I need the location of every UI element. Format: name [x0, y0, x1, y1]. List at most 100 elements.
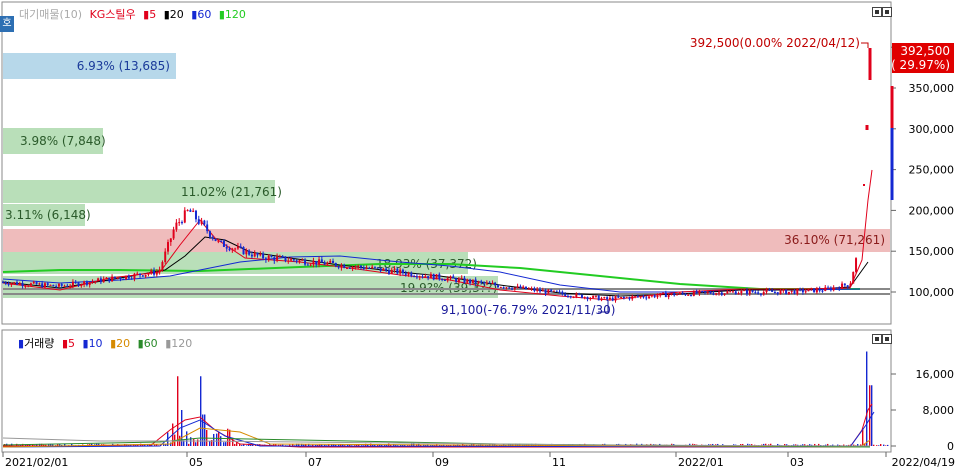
candle-body	[446, 278, 449, 281]
candle-body	[726, 291, 729, 294]
candle-body	[611, 297, 614, 301]
volume-tick-label: 0	[947, 440, 954, 453]
candle-body	[597, 295, 600, 301]
candle-body	[843, 283, 846, 286]
candle-body	[13, 282, 16, 284]
candle-body	[821, 290, 824, 292]
candle-body	[497, 285, 500, 288]
candle-body	[580, 294, 583, 298]
zone-label-2: 3.98% (7,848)	[20, 134, 106, 148]
candle-body	[555, 290, 558, 292]
candle-body	[85, 281, 88, 285]
candle-body	[642, 296, 645, 298]
price-tick-label: 200,000	[909, 204, 955, 217]
candle-body	[815, 288, 818, 293]
volume-bar	[186, 431, 188, 446]
candle-body	[267, 255, 270, 261]
candle-body	[71, 281, 74, 286]
candle-body	[4, 282, 7, 284]
current-price-change: ( 29.97%)	[891, 58, 950, 72]
candle-body	[60, 283, 63, 286]
candle-body	[827, 287, 830, 289]
candle-body	[779, 290, 782, 295]
candle-body	[2, 282, 4, 284]
candle-body	[32, 281, 35, 284]
candle-body	[547, 289, 550, 294]
candle-body	[522, 286, 525, 289]
candle-body	[211, 236, 214, 239]
candle-body	[290, 259, 293, 261]
candle-body	[373, 266, 376, 268]
date-tick-label: 03	[790, 456, 804, 468]
candle-body	[731, 291, 734, 293]
price-panel-maximize-icon[interactable]	[882, 7, 892, 17]
candle-body	[502, 287, 505, 289]
candle-body	[614, 296, 617, 301]
candle-body	[332, 260, 335, 264]
candle-body	[471, 279, 474, 283]
candle-body	[273, 257, 276, 261]
candle-body	[379, 267, 382, 271]
candle-body	[734, 291, 737, 295]
candle-body	[253, 252, 256, 257]
side-tab-button[interactable]: 호	[0, 16, 14, 32]
candle-body	[452, 276, 455, 279]
candle-body	[337, 266, 340, 268]
candle-body	[533, 288, 536, 291]
price-tick-label: 300,000	[909, 123, 955, 136]
candle-body	[519, 286, 522, 289]
candle-body	[220, 240, 223, 242]
candle-body	[441, 278, 444, 280]
volume-bar	[193, 439, 195, 446]
candle-body	[175, 222, 178, 230]
candle-body	[206, 224, 209, 232]
candle-body	[236, 246, 239, 249]
stock-name: KG스틸우	[89, 8, 136, 21]
candle-body	[295, 260, 298, 262]
legend-ma20: 20	[169, 8, 184, 21]
candle-body	[315, 260, 318, 265]
candle-body	[457, 278, 460, 282]
candle-body	[52, 284, 55, 287]
volume-panel-minimize-icon[interactable]	[872, 334, 882, 344]
volume-bar	[213, 433, 215, 446]
candle-body	[824, 287, 827, 291]
candle-body	[334, 263, 337, 267]
legend-ma120: 120	[224, 8, 246, 21]
candle-body	[667, 294, 670, 298]
candle-body	[57, 283, 60, 287]
current-price-value: 392,500	[900, 44, 950, 58]
candle-body	[474, 279, 477, 284]
candle-body	[773, 291, 776, 293]
candle-body	[105, 277, 108, 279]
candle-body	[189, 210, 192, 212]
candle-body	[804, 291, 807, 293]
candle-body	[765, 289, 768, 293]
candle-body	[768, 289, 771, 291]
candle-body	[21, 283, 24, 287]
candle-body	[141, 275, 144, 277]
volume-bar	[246, 445, 248, 446]
candle-body	[113, 276, 116, 279]
candle-body	[435, 274, 438, 280]
candle-body	[603, 297, 606, 299]
candle-body	[250, 254, 253, 257]
candle-body	[264, 258, 267, 261]
volume-panel-maximize-icon[interactable]	[882, 334, 892, 344]
candle-body	[365, 268, 368, 270]
candle-body	[709, 292, 712, 294]
candle-body	[583, 297, 586, 299]
candle-body	[270, 255, 273, 258]
date-tick-label: 2022/01	[678, 456, 724, 468]
candle-body	[485, 282, 488, 284]
price-panel-minimize-icon[interactable]	[872, 7, 882, 17]
volume-bar	[195, 442, 197, 446]
candle-body	[222, 240, 225, 247]
candle-body	[318, 259, 321, 265]
candle-body	[687, 294, 690, 296]
volume-bar	[878, 445, 880, 446]
candle-body	[480, 281, 483, 283]
candle-body	[136, 273, 139, 275]
candle-body	[466, 279, 469, 283]
candle-body	[639, 296, 642, 298]
